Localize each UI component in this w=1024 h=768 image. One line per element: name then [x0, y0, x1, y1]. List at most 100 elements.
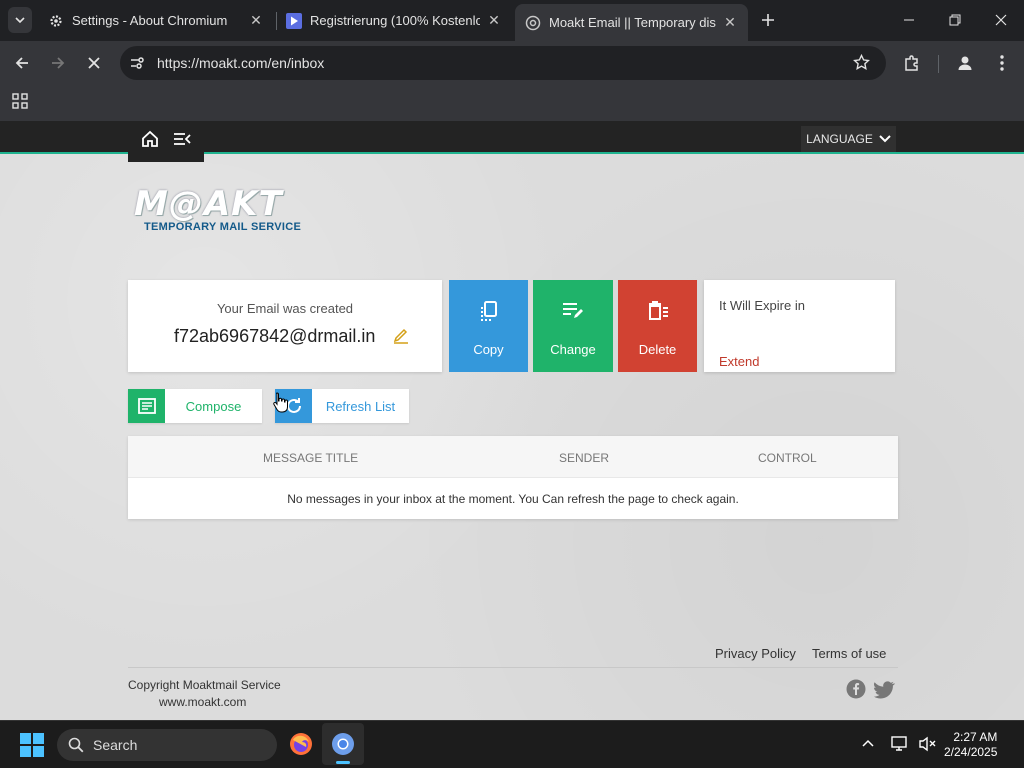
system-clock[interactable]: 2:27 AM 2/24/2025: [944, 730, 997, 760]
privacy-policy-link[interactable]: Privacy Policy: [715, 646, 796, 661]
logo-text: M@AKT: [134, 184, 283, 224]
twitter-icon[interactable]: [873, 679, 895, 704]
expire-card: It Will Expire in Extend: [704, 280, 895, 372]
language-dropdown[interactable]: LANGUAGE: [801, 126, 896, 152]
tab-moakt[interactable]: Moakt Email || Temporary dispo ✕: [515, 4, 748, 41]
chevron-down-icon: [15, 17, 25, 24]
logo-subtitle: TEMPORARY MAIL SERVICE: [144, 221, 302, 233]
arrow-left-icon: [15, 57, 28, 69]
tab-strip: Settings - About Chromium ✕ Registrierun…: [0, 0, 1024, 41]
tab-registrierung[interactable]: Registrierung (100% Kostenlos) ✕: [276, 4, 512, 37]
tab-title: Settings - About Chromium: [72, 13, 228, 28]
message-icon: [128, 389, 165, 423]
nav-icon-group: [128, 121, 204, 162]
tab-title: Moakt Email || Temporary dispo: [549, 15, 716, 30]
pencil-icon[interactable]: [392, 327, 410, 350]
chevron-down-icon: [879, 135, 891, 143]
address-bar[interactable]: https://moakt.com/en/inbox: [120, 46, 886, 80]
minimize-button[interactable]: [886, 0, 932, 40]
terms-of-use-link[interactable]: Terms of use: [812, 646, 886, 661]
chromium-taskbar-button[interactable]: [322, 723, 364, 765]
home-icon[interactable]: [140, 129, 160, 154]
close-icon[interactable]: ✕: [486, 12, 502, 29]
empty-inbox-message: No messages in your inbox at the moment.…: [287, 492, 739, 506]
inbox-table: MESSAGE TITLE SENDER CONTROL No messages…: [128, 436, 898, 519]
minimize-icon: [904, 19, 914, 21]
copy-icon: [478, 300, 500, 326]
trash-icon: [646, 300, 670, 326]
tab-title: Registrierung (100% Kostenlos): [310, 13, 480, 28]
close-icon[interactable]: ✕: [722, 14, 738, 31]
delete-label: Delete: [638, 342, 677, 357]
browser-toolbar: https://moakt.com/en/inbox: [0, 41, 1024, 85]
menu-collapse-icon[interactable]: [172, 129, 192, 154]
language-label: LANGUAGE: [806, 132, 873, 146]
network-icon[interactable]: [891, 735, 909, 758]
stop-button[interactable]: [80, 49, 108, 77]
forward-button[interactable]: [44, 49, 72, 77]
facebook-icon[interactable]: [846, 679, 866, 704]
delete-button[interactable]: Delete: [618, 280, 697, 372]
menu-button[interactable]: [988, 49, 1016, 77]
extensions-button[interactable]: [898, 49, 926, 77]
tab-search-button[interactable]: [8, 7, 32, 33]
back-button[interactable]: [8, 49, 36, 77]
play-icon: [286, 12, 302, 29]
restore-icon: [949, 14, 961, 26]
bookmark-star-icon[interactable]: [853, 53, 870, 76]
arrow-right-icon: [52, 57, 65, 69]
copy-label: Copy: [473, 342, 504, 357]
email-address: f72ab6967842@drmail.in: [174, 326, 376, 346]
change-label: Change: [550, 342, 596, 357]
column-sender: SENDER: [559, 451, 610, 465]
restore-button[interactable]: [932, 0, 978, 40]
clock-date: 2/24/2025: [944, 745, 998, 759]
extend-link[interactable]: Extend: [719, 354, 759, 369]
compose-button[interactable]: Compose: [128, 389, 262, 423]
refresh-label: Refresh List: [325, 398, 396, 414]
url-text: https://moakt.com/en/inbox: [157, 55, 325, 71]
email-created-label: Your Email was created: [216, 301, 354, 316]
windows-start-icon[interactable]: [20, 733, 44, 762]
mouse-cursor: [272, 391, 290, 418]
close-icon: [88, 57, 100, 69]
firefox-icon[interactable]: [289, 732, 313, 761]
toolbar-separator: [938, 55, 939, 73]
windows-taskbar: Search 2:27 AM 2/24/2025: [0, 720, 1024, 768]
copy-button[interactable]: Copy: [449, 280, 528, 372]
expire-label: It Will Expire in: [719, 298, 805, 313]
search-icon: [68, 737, 84, 753]
chevron-up-icon[interactable]: [861, 737, 875, 756]
apps-icon[interactable]: [12, 93, 28, 114]
site-info-icon[interactable]: [129, 55, 145, 76]
new-tab-button[interactable]: [757, 9, 779, 31]
tab-settings[interactable]: Settings - About Chromium ✕: [38, 4, 274, 37]
puzzle-icon: [905, 55, 918, 71]
table-header: MESSAGE TITLE SENDER CONTROL: [128, 436, 898, 478]
change-button[interactable]: Change: [533, 280, 613, 372]
volume-muted-icon[interactable]: [918, 735, 936, 758]
close-icon[interactable]: ✕: [248, 12, 264, 29]
clock-time: 2:27 AM: [953, 730, 998, 744]
profile-button[interactable]: [951, 49, 979, 77]
edit-list-icon: [561, 300, 585, 326]
close-icon: [995, 14, 1007, 26]
site-logo[interactable]: M@AKT TEMPORARY MAIL SERVICE: [134, 184, 301, 233]
gear-icon: [48, 13, 64, 29]
taskbar-search[interactable]: Search: [57, 729, 277, 761]
column-control: CONTROL: [758, 451, 817, 465]
compose-label: Compose: [185, 398, 242, 414]
close-window-button[interactable]: [978, 0, 1024, 40]
more-vert-icon: [1000, 55, 1004, 71]
profile-icon: [958, 56, 972, 70]
footer-divider: [128, 667, 898, 668]
chromium-icon: [331, 732, 355, 761]
plus-icon: [762, 14, 774, 26]
refresh-list-button[interactable]: Refresh List: [275, 389, 409, 423]
bookmarks-bar: [0, 85, 1024, 121]
moakt-icon: [525, 15, 541, 31]
site-url-text[interactable]: www.moakt.com: [159, 695, 246, 709]
copyright-text: Copyright Moaktmail Service: [128, 678, 281, 692]
column-message-title: MESSAGE TITLE: [263, 451, 359, 465]
active-indicator: [336, 761, 350, 764]
